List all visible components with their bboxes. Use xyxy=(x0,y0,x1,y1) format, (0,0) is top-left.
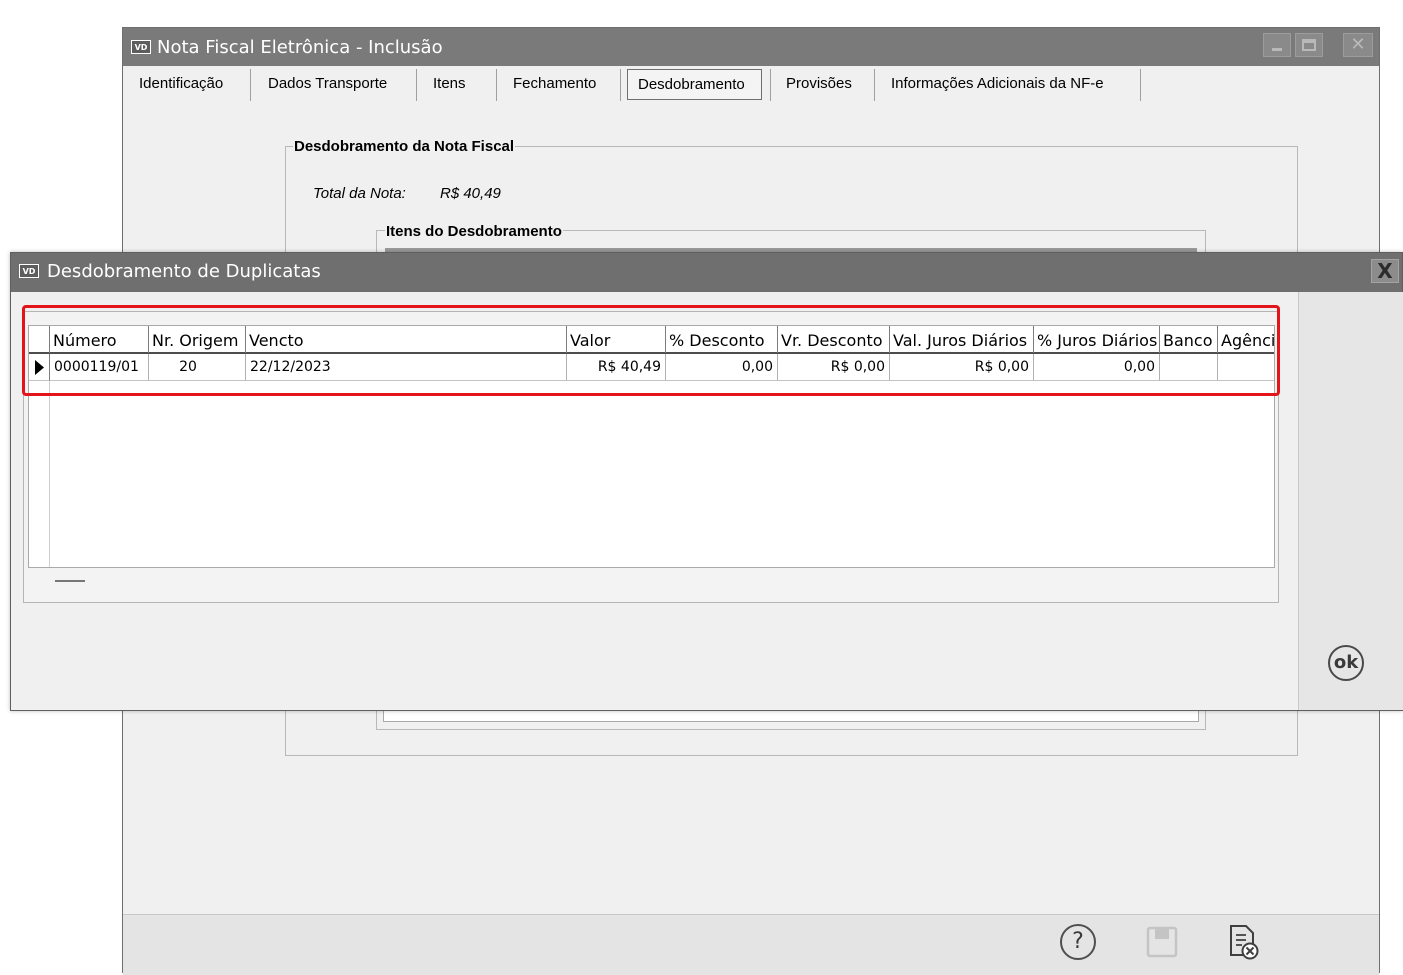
close-window-button[interactable]: ✕ xyxy=(1343,33,1373,57)
dialog-titlebar[interactable]: VD Desdobramento de Duplicatas X xyxy=(11,253,1402,292)
col-header-valor[interactable]: Valor xyxy=(567,326,666,354)
tab-dados-transporte[interactable]: Dados Transporte xyxy=(268,69,387,99)
col-header-vr-desconto[interactable]: Vr. Desconto xyxy=(778,326,890,354)
col-header-pct-juros-diarios[interactable]: % Juros Diários xyxy=(1034,326,1160,354)
desdobramento-duplicatas-dialog: VD Desdobramento de Duplicatas X ok Núme… xyxy=(10,252,1403,711)
dialog-title: Desdobramento de Duplicatas xyxy=(47,261,321,282)
col-header-nr-origem[interactable]: Nr. Origem xyxy=(149,326,246,354)
cell-valor[interactable]: R$ 40,49 xyxy=(567,354,666,381)
cell-numero[interactable]: 0000119/01 xyxy=(50,354,149,381)
tab-desdobramento[interactable]: Desdobramento xyxy=(638,70,745,100)
tab-itens[interactable]: Itens xyxy=(433,69,466,99)
col-header-val-juros-diarios[interactable]: Val. Juros Diários xyxy=(890,326,1034,354)
header-indicator-cell xyxy=(29,326,50,354)
col-header-pct-desconto[interactable]: % Desconto xyxy=(666,326,778,354)
col-header-numero[interactable]: Número xyxy=(50,326,149,354)
indicator-column xyxy=(29,381,50,567)
cell-pct-juros-diarios[interactable]: 0,00 xyxy=(1034,354,1160,381)
cell-pct-desconto[interactable]: 0,00 xyxy=(666,354,778,381)
window-title: Nota Fiscal Eletrônica - Inclusão xyxy=(157,37,443,58)
bottom-toolbar: ? xyxy=(123,914,1379,975)
grid-footer-dash xyxy=(55,580,85,582)
tab-provisoes[interactable]: Provisões xyxy=(786,69,852,99)
app-logo-icon: VD xyxy=(19,264,39,278)
save-icon[interactable] xyxy=(1145,925,1179,959)
itens-group-title: Itens do Desdobramento xyxy=(385,223,563,241)
cell-vr-desconto[interactable]: R$ 0,00 xyxy=(778,354,890,381)
col-header-vencto[interactable]: Vencto xyxy=(246,326,567,354)
window-titlebar[interactable]: VD Nota Fiscal Eletrônica - Inclusão ✕ xyxy=(123,28,1379,66)
col-header-banco[interactable]: Banco xyxy=(1160,326,1218,354)
cell-vencto[interactable]: 22/12/2023 xyxy=(246,354,567,381)
maximize-button[interactable] xyxy=(1295,33,1323,57)
cell-agencia[interactable] xyxy=(1218,354,1274,381)
close-dialog-button[interactable]: X xyxy=(1371,259,1399,283)
cancel-document-icon[interactable] xyxy=(1226,923,1262,961)
app-logo-icon: VD xyxy=(131,40,151,54)
desdobramento-group-title: Desdobramento da Nota Fiscal xyxy=(293,138,516,156)
tab-informacoes-adicionais[interactable]: Informações Adicionais da NF-e xyxy=(891,69,1104,99)
row-pointer-icon xyxy=(35,360,44,375)
row-selector[interactable] xyxy=(29,354,50,381)
col-header-agencia[interactable]: Agência xyxy=(1218,326,1274,354)
cell-banco[interactable] xyxy=(1160,354,1218,381)
tab-fechamento[interactable]: Fechamento xyxy=(513,69,596,99)
minimize-button[interactable] xyxy=(1263,33,1291,57)
grid-footer xyxy=(29,568,1274,594)
total-value: R$ 40,49 xyxy=(440,185,501,202)
total-label: Total da Nota: xyxy=(313,185,406,202)
duplicatas-grid[interactable]: Número Nr. Origem Vencto Valor % Descont… xyxy=(28,325,1275,568)
tab-bar: Identificação Dados Transporte Itens Fec… xyxy=(123,67,1379,105)
cell-nr-origem[interactable]: 20 xyxy=(149,354,246,381)
tab-identificacao[interactable]: Identificação xyxy=(139,69,223,99)
cell-val-juros-diarios[interactable]: R$ 0,00 xyxy=(890,354,1034,381)
help-icon[interactable]: ? xyxy=(1060,924,1096,960)
ok-button[interactable]: ok xyxy=(1328,645,1364,681)
